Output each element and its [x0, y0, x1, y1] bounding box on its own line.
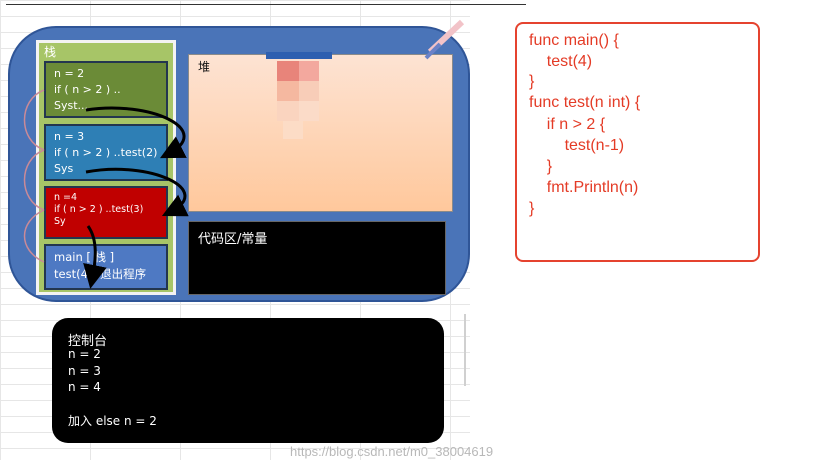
code-line: } [529, 158, 553, 175]
code-line: } [529, 73, 535, 90]
console-note: 加入 else n = 2 [68, 414, 157, 428]
code-line: if n > 2 { [529, 116, 606, 133]
console-output-line: n = 4 [68, 380, 101, 394]
code-line: test(n-1) [529, 137, 625, 154]
return-arrow-n2-to-n3 [85, 106, 187, 159]
code-line: func test(n int) { [529, 94, 641, 111]
code-line: fmt.Println(n) [529, 179, 639, 196]
return-arrow-n3-to-n4 [85, 167, 189, 217]
return-arrow-n4-to-main [83, 225, 107, 289]
call-arc [23, 149, 45, 211]
code-line: func main() { [529, 32, 619, 49]
call-arc [23, 209, 45, 263]
console-output-line: n = 3 [68, 364, 101, 378]
code-line: test(4) [529, 53, 593, 70]
call-arc [23, 89, 45, 151]
code-line: } [529, 200, 535, 217]
watermark: https://blog.csdn.net/m0_38004619 [290, 444, 494, 459]
spreadsheet-divider [464, 314, 466, 386]
console-output-line: n = 2 [68, 347, 101, 361]
